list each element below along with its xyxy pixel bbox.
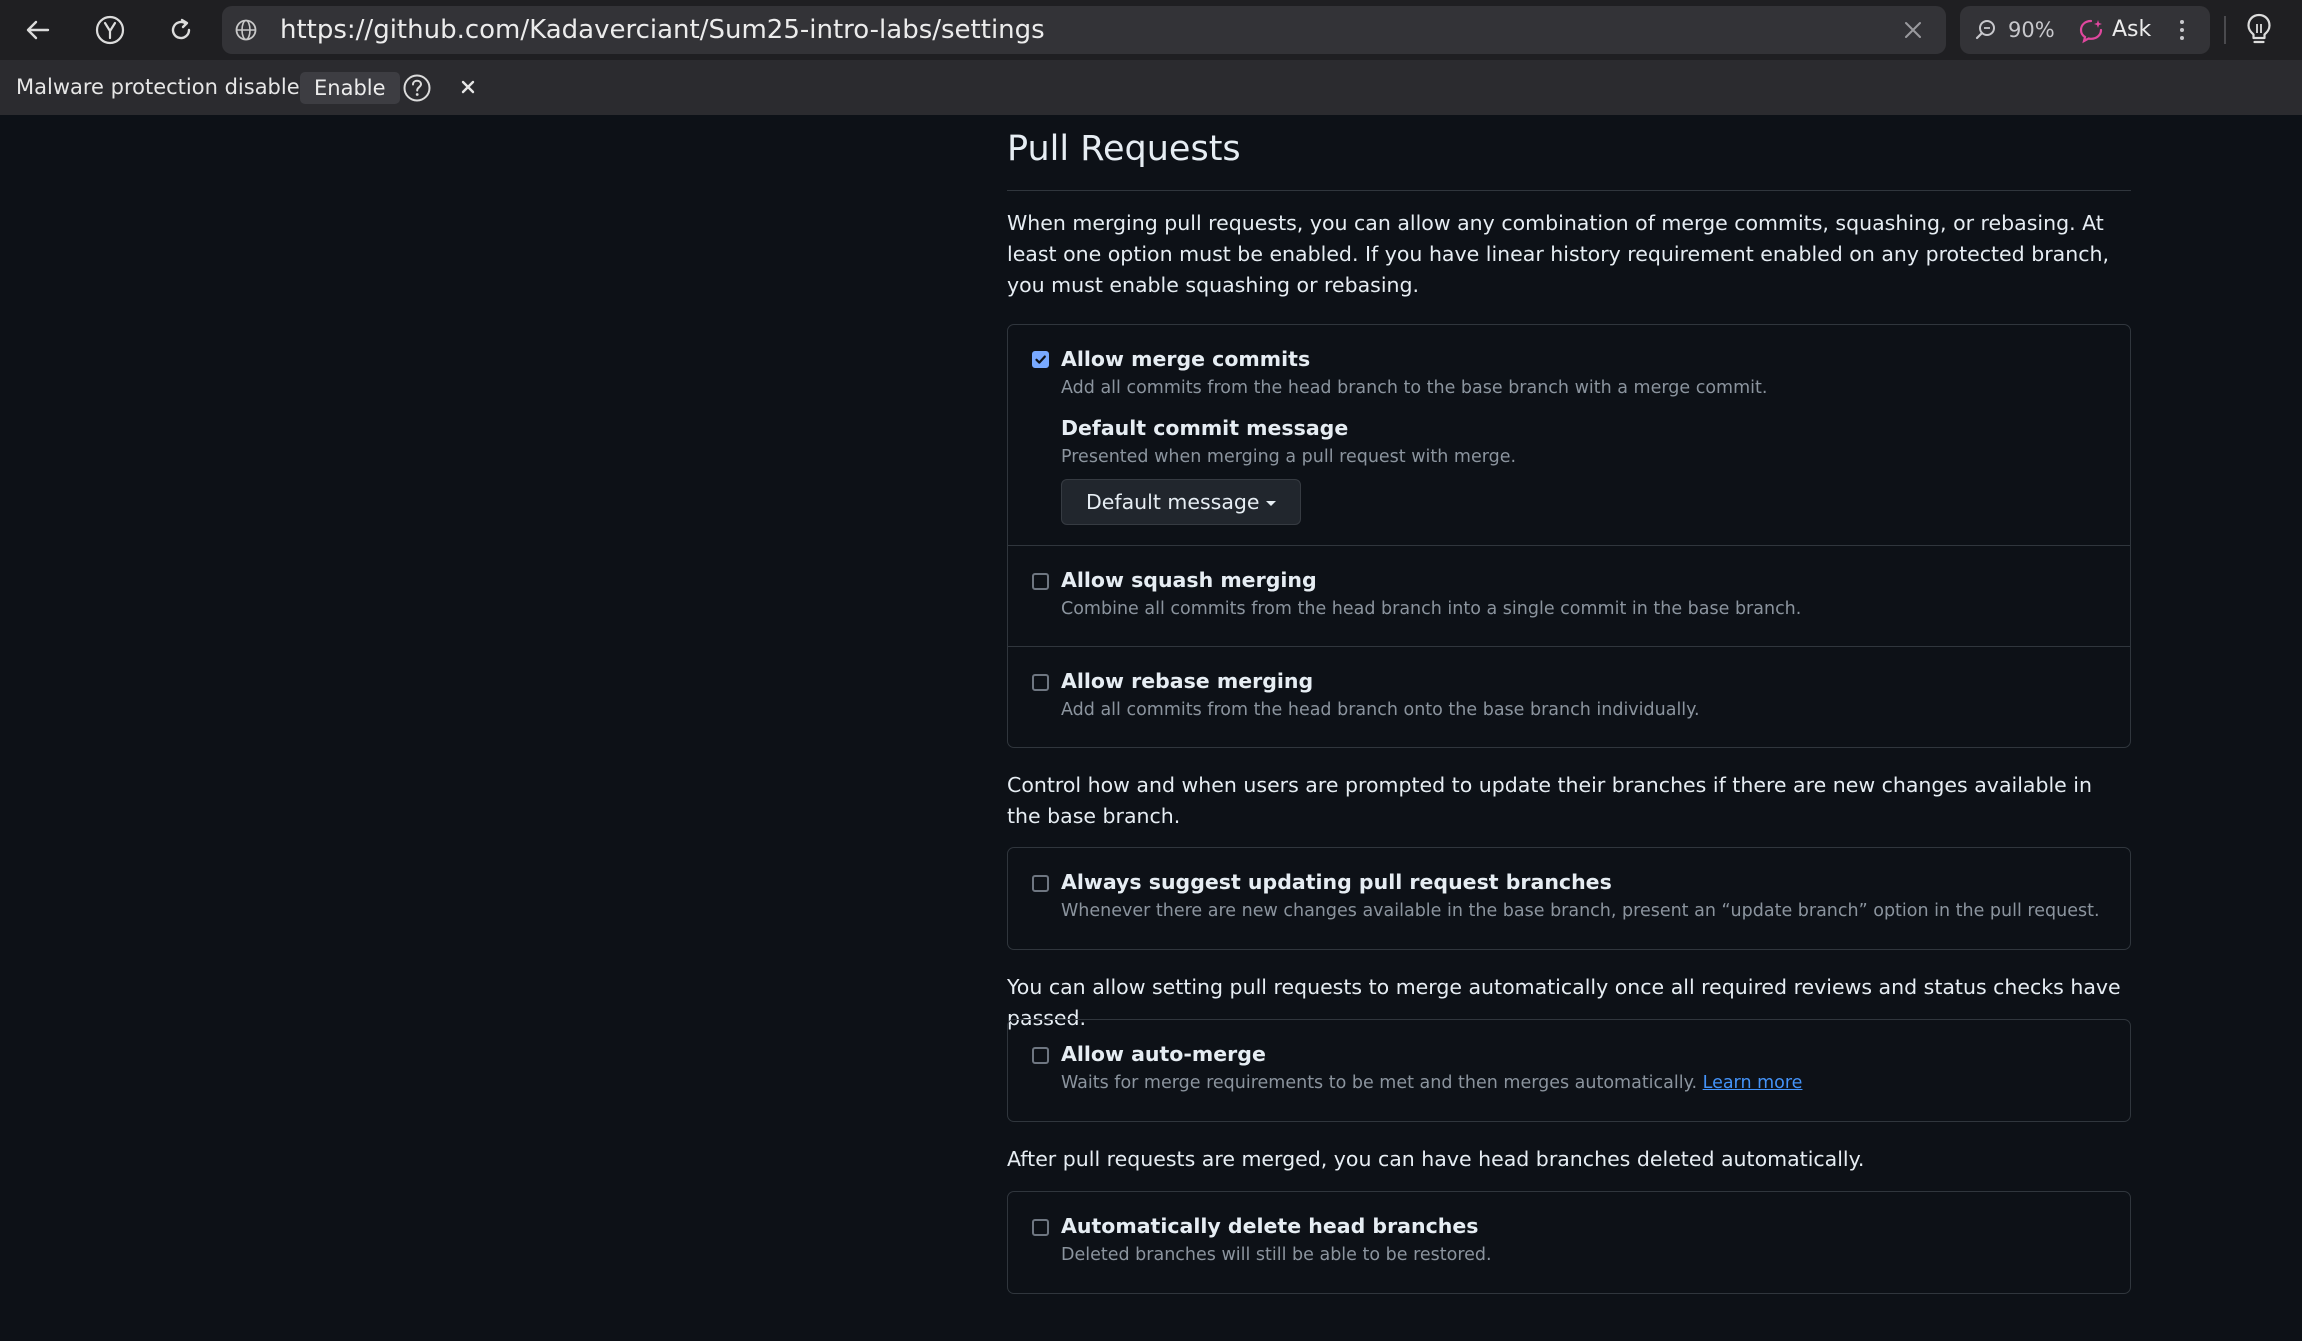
automerge-description-wrap: Waits for merge requirements to be met a… — [1061, 1073, 1802, 1093]
merge-options-box: Allow merge commits Add all commits from… — [1007, 324, 2131, 748]
update-branches-title[interactable]: Always suggest updating pull request bra… — [1061, 870, 1612, 894]
merge-intro-text: When merging pull requests, you can allo… — [1007, 211, 2109, 297]
update-branches-box: Always suggest updating pull request bra… — [1007, 847, 2131, 950]
delete-branches-checkbox[interactable] — [1032, 1219, 1049, 1236]
back-button[interactable] — [18, 10, 58, 50]
automerge-title[interactable]: Allow auto-merge — [1061, 1042, 1266, 1066]
address-bar[interactable]: https://github.com/Kadaverciant/Sum25-in… — [222, 6, 1946, 54]
automerge-description: Waits for merge requirements to be met a… — [1061, 1073, 1698, 1093]
rebase-merging-description: Add all commits from the head branch ont… — [1061, 700, 1700, 720]
automerge-box: Allow auto-merge Waits for merge require… — [1007, 1019, 2131, 1122]
checkmark-icon — [1035, 355, 1046, 364]
url-text[interactable]: https://github.com/Kadaverciant/Sum25-in… — [280, 6, 1045, 54]
browser-toolbar: https://github.com/Kadaverciant/Sum25-in… — [0, 0, 2302, 60]
ask-ai-icon[interactable] — [2078, 18, 2104, 48]
zoom-level[interactable]: 90% — [2008, 6, 2055, 54]
rebase-merging-row: Allow rebase merging Add all commits fro… — [1008, 646, 2130, 747]
merge-commits-checkbox[interactable] — [1032, 351, 1049, 368]
bulb-icon[interactable] — [2244, 12, 2274, 50]
ask-button-label[interactable]: Ask — [2112, 6, 2151, 54]
squash-merging-checkbox[interactable] — [1032, 573, 1049, 590]
delete-branches-title[interactable]: Automatically delete head branches — [1061, 1214, 1478, 1238]
zoom-icon[interactable] — [1974, 18, 1998, 46]
update-branches-description: Whenever there are new changes available… — [1061, 901, 2100, 921]
squash-merging-row: Allow squash merging Combine all commits… — [1008, 545, 2130, 646]
back-arrow-icon — [26, 20, 50, 40]
clear-icon[interactable] — [1904, 21, 1922, 43]
enable-button[interactable]: Enable — [300, 72, 400, 104]
rebase-merging-checkbox[interactable] — [1032, 674, 1049, 691]
default-commit-message-description: Presented when merging a pull request wi… — [1061, 447, 1517, 467]
squash-merging-description: Combine all commits from the head branch… — [1061, 599, 1802, 619]
automerge-checkbox[interactable] — [1032, 1047, 1049, 1064]
merge-commits-title[interactable]: Allow merge commits — [1061, 347, 1310, 371]
title-divider — [1007, 190, 2131, 191]
delete-branches-row: Automatically delete head branches Delet… — [1008, 1192, 2130, 1293]
reload-icon — [171, 18, 191, 40]
squash-merging-title[interactable]: Allow squash merging — [1061, 568, 1317, 592]
delete-intro-text: After pull requests are merged, you can … — [1007, 1147, 1865, 1171]
globe-icon — [234, 18, 258, 46]
automerge-row: Allow auto-merge Waits for merge require… — [1008, 1020, 2130, 1121]
merge-commits-row: Allow merge commits Add all commits from… — [1008, 325, 2130, 545]
toolbar-actions: 90% Ask — [1960, 6, 2210, 54]
update-intro-text: Control how and when users are prompted … — [1007, 773, 2092, 828]
delete-branches-description: Deleted branches will still be able to b… — [1061, 1245, 1492, 1265]
help-icon[interactable] — [402, 73, 432, 107]
rebase-merging-title[interactable]: Allow rebase merging — [1061, 669, 1313, 693]
close-icon[interactable] — [458, 77, 478, 101]
update-branches-row: Always suggest updating pull request bra… — [1008, 848, 2130, 949]
default-message-dropdown[interactable]: Default message — [1061, 479, 1301, 525]
page-title: Pull Requests — [1007, 129, 1241, 169]
yandex-button[interactable] — [90, 10, 130, 50]
learn-more-link[interactable]: Learn more — [1703, 1073, 1803, 1093]
delete-branches-box: Automatically delete head branches Delet… — [1007, 1191, 2131, 1294]
menu-dots-icon[interactable] — [2176, 18, 2188, 46]
default-message-label: Default message — [1086, 490, 1260, 514]
reload-button[interactable] — [161, 10, 201, 50]
yandex-icon — [95, 15, 125, 45]
malware-notice-bar: Malware protection disabled Enable — [0, 60, 2302, 115]
toolbar-divider — [2224, 16, 2226, 44]
notice-text: Malware protection disabled — [16, 75, 313, 99]
caret-down-icon — [1265, 500, 1276, 506]
update-branches-checkbox[interactable] — [1032, 875, 1049, 892]
default-commit-message-title: Default commit message — [1061, 416, 1349, 440]
merge-commits-description: Add all commits from the head branch to … — [1061, 378, 1768, 398]
